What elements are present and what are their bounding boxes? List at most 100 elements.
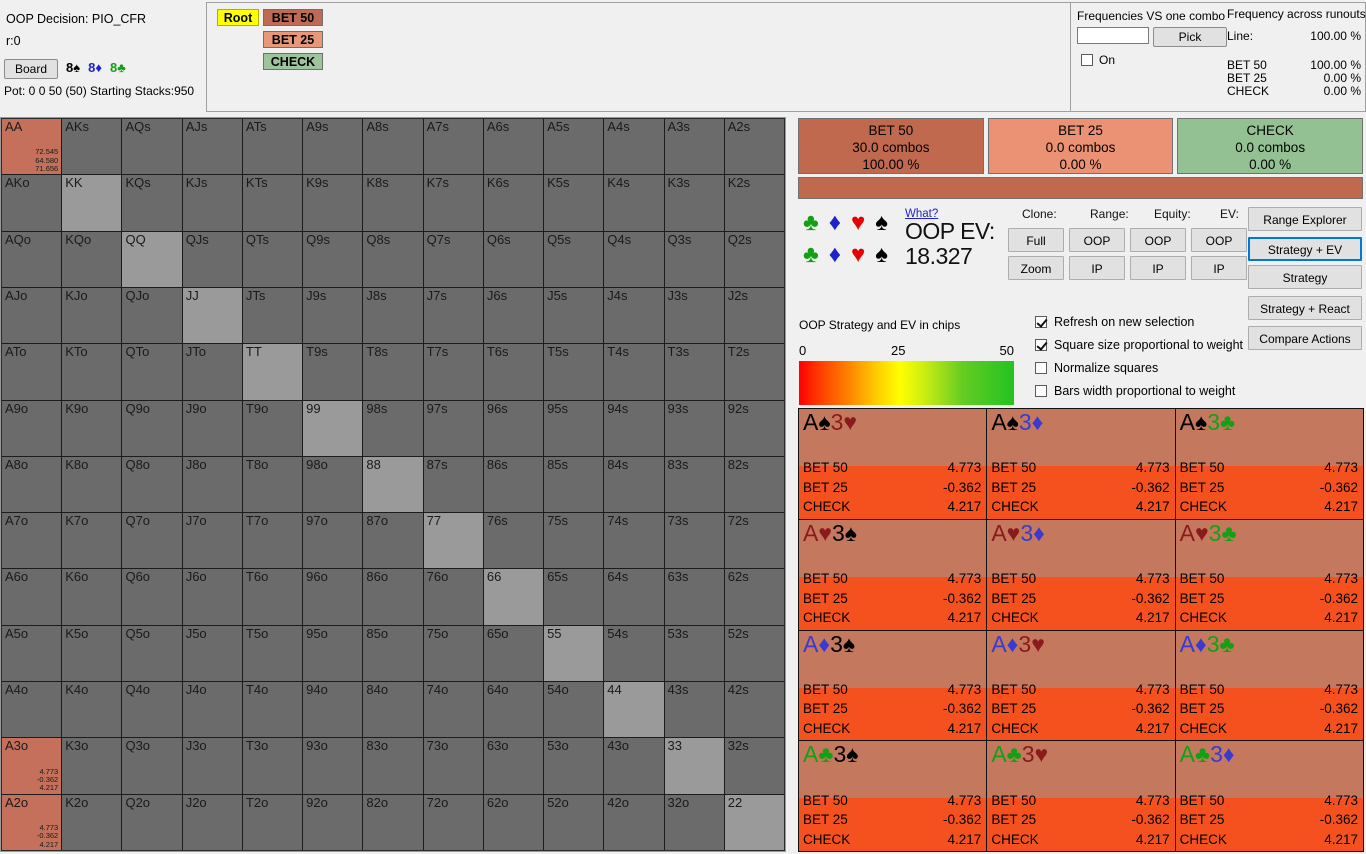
matrix-cell-ato[interactable]: ATo xyxy=(2,344,62,400)
checkbox-row-bars-width-proportional-to-weight[interactable]: Bars width proportional to weight xyxy=(1035,379,1335,402)
matrix-cell-a3s[interactable]: A3s xyxy=(664,119,724,175)
matrix-cell-94s[interactable]: 94s xyxy=(604,400,664,456)
matrix-cell-k2o[interactable]: K2o xyxy=(62,794,122,850)
matrix-cell-92o[interactable]: 92o xyxy=(303,794,363,850)
side-button-strategy[interactable]: Strategy xyxy=(1248,265,1362,289)
matrix-cell-t8s[interactable]: T8s xyxy=(363,344,423,400)
matrix-cell-aa[interactable]: AA 72.545 64.580 71.656 xyxy=(2,119,62,175)
matrix-cell-86o[interactable]: 86o xyxy=(363,569,423,625)
matrix-cell-kqo[interactable]: KQo xyxy=(62,231,122,287)
matrix-cell-88[interactable]: 88 xyxy=(363,456,423,513)
matrix-cell-q3s[interactable]: Q3s xyxy=(664,231,724,287)
matrix-cell-94o[interactable]: 94o xyxy=(303,682,363,738)
matrix-cell-q4o[interactable]: Q4o xyxy=(122,682,182,738)
matrix-cell-65s[interactable]: 65s xyxy=(544,569,604,625)
matrix-cell-82o[interactable]: 82o xyxy=(363,794,423,850)
matrix-cell-t7s[interactable]: T7s xyxy=(423,344,483,400)
matrix-cell-k3o[interactable]: K3o xyxy=(62,738,122,794)
ev-oop-button[interactable]: OOP xyxy=(1191,228,1247,252)
matrix-cell-k7s[interactable]: K7s xyxy=(423,175,483,231)
matrix-cell-j8s[interactable]: J8s xyxy=(363,287,423,344)
matrix-cell-32s[interactable]: 32s xyxy=(724,738,784,794)
matrix-cell-a6o[interactable]: A6o xyxy=(2,569,62,625)
ev-ip-button[interactable]: IP xyxy=(1191,256,1247,280)
matrix-cell-85o[interactable]: 85o xyxy=(363,625,423,682)
matrix-cell-jj[interactable]: JJ xyxy=(182,287,242,344)
matrix-cell-72s[interactable]: 72s xyxy=(724,513,784,569)
matrix-cell-a8o[interactable]: A8o xyxy=(2,456,62,513)
matrix-cell-a4o[interactable]: A4o xyxy=(2,682,62,738)
matrix-cell-t3o[interactable]: T3o xyxy=(242,738,303,794)
matrix-cell-a2s[interactable]: A2s xyxy=(724,119,784,175)
matrix-cell-93s[interactable]: 93s xyxy=(664,400,724,456)
matrix-cell-a5o[interactable]: A5o xyxy=(2,625,62,682)
matrix-cell-q6o[interactable]: Q6o xyxy=(122,569,182,625)
matrix-cell-63o[interactable]: 63o xyxy=(483,738,544,794)
checkbox-icon-refresh-on-new-selection[interactable] xyxy=(1035,315,1047,328)
matrix-cell-aks[interactable]: AKs xyxy=(62,119,122,175)
matrix-cell-52o[interactable]: 52o xyxy=(544,794,604,850)
matrix-cell-84o[interactable]: 84o xyxy=(363,682,423,738)
matrix-cell-j9s[interactable]: J9s xyxy=(303,287,363,344)
side-button-range-explorer[interactable]: Range Explorer xyxy=(1248,207,1362,231)
checkbox-row-square-size-proportional-to-weight[interactable]: Square size proportional to weight xyxy=(1035,333,1335,356)
matrix-cell-j6o[interactable]: J6o xyxy=(182,569,242,625)
matrix-cell-a6s[interactable]: A6s xyxy=(483,119,544,175)
equity-ip-button[interactable]: IP xyxy=(1130,256,1186,280)
matrix-cell-jto[interactable]: JTo xyxy=(182,344,242,400)
matrix-cell-q2s[interactable]: Q2s xyxy=(724,231,784,287)
matrix-cell-62o[interactable]: 62o xyxy=(483,794,544,850)
matrix-cell-96s[interactable]: 96s xyxy=(483,400,544,456)
matrix-cell-53s[interactable]: 53s xyxy=(664,625,724,682)
matrix-cell-q5o[interactable]: Q5o xyxy=(122,625,182,682)
matrix-cell-j7s[interactable]: J7s xyxy=(423,287,483,344)
checkbox-icon-on[interactable] xyxy=(1081,54,1093,66)
matrix-cell-j7o[interactable]: J7o xyxy=(182,513,242,569)
matrix-cell-96o[interactable]: 96o xyxy=(303,569,363,625)
combo-card[interactable]: A♣3♠ BET 50 4.773 BET 25 -0.362 CHECK 4.217 xyxy=(799,741,987,851)
matrix-cell-a5s[interactable]: A5s xyxy=(544,119,604,175)
matrix-cell-t7o[interactable]: T7o xyxy=(242,513,303,569)
matrix-cell-kqs[interactable]: KQs xyxy=(122,175,182,231)
matrix-cell-q8s[interactable]: Q8s xyxy=(363,231,423,287)
matrix-cell-64o[interactable]: 64o xyxy=(483,682,544,738)
diamond-icon[interactable]: ♦ xyxy=(829,243,841,267)
matrix-cell-q9o[interactable]: Q9o xyxy=(122,400,182,456)
matrix-cell-q4s[interactable]: Q4s xyxy=(604,231,664,287)
matrix-cell-q7o[interactable]: Q7o xyxy=(122,513,182,569)
matrix-cell-kts[interactable]: KTs xyxy=(242,175,303,231)
matrix-cell-t3s[interactable]: T3s xyxy=(664,344,724,400)
heart-icon[interactable]: ♥ xyxy=(851,211,865,235)
tree-node-bet-50[interactable]: BET 50 xyxy=(263,9,323,26)
matrix-cell-95s[interactable]: 95s xyxy=(544,400,604,456)
matrix-cell-55[interactable]: 55 xyxy=(544,625,604,682)
matrix-cell-62s[interactable]: 62s xyxy=(724,569,784,625)
matrix-cell-43s[interactable]: 43s xyxy=(664,682,724,738)
matrix-cell-84s[interactable]: 84s xyxy=(604,456,664,513)
combo-card[interactable]: A♣3♥ BET 50 4.773 BET 25 -0.362 CHECK 4.217 xyxy=(987,741,1175,851)
action-summary-check[interactable]: CHECK 0.0 combos 0.00 % xyxy=(1177,118,1364,174)
matrix-cell-74s[interactable]: 74s xyxy=(604,513,664,569)
matrix-cell-43o[interactable]: 43o xyxy=(604,738,664,794)
matrix-cell-44[interactable]: 44 xyxy=(604,682,664,738)
matrix-cell-ajs[interactable]: AJs xyxy=(182,119,242,175)
matrix-cell-a7s[interactable]: A7s xyxy=(423,119,483,175)
matrix-cell-a9o[interactable]: A9o xyxy=(2,400,62,456)
matrix-cell-42s[interactable]: 42s xyxy=(724,682,784,738)
combo-card[interactable]: A♠3♦ BET 50 4.773 BET 25 -0.362 CHECK 4.217 xyxy=(987,409,1175,519)
matrix-cell-k9s[interactable]: K9s xyxy=(303,175,363,231)
matrix-cell-qto[interactable]: QTo xyxy=(122,344,182,400)
matrix-cell-j5s[interactable]: J5s xyxy=(544,287,604,344)
matrix-cell-k3s[interactable]: K3s xyxy=(664,175,724,231)
matrix-cell-j9o[interactable]: J9o xyxy=(182,400,242,456)
matrix-cell-22[interactable]: 22 xyxy=(724,794,784,850)
spade-icon[interactable]: ♠ xyxy=(875,211,888,235)
matrix-cell-k4s[interactable]: K4s xyxy=(604,175,664,231)
hand-matrix-grid[interactable]: AA 72.545 64.580 71.656 AKs AQs AJs ATs A9s A8s A7… xyxy=(2,119,784,850)
clone-zoom-button[interactable]: Zoom xyxy=(1008,256,1064,280)
matrix-cell-qq[interactable]: QQ xyxy=(122,231,182,287)
matrix-cell-52s[interactable]: 52s xyxy=(724,625,784,682)
checkbox-row-normalize-squares[interactable]: Normalize squares xyxy=(1035,356,1335,379)
matrix-cell-j5o[interactable]: J5o xyxy=(182,625,242,682)
board-button[interactable]: Board xyxy=(4,59,58,79)
